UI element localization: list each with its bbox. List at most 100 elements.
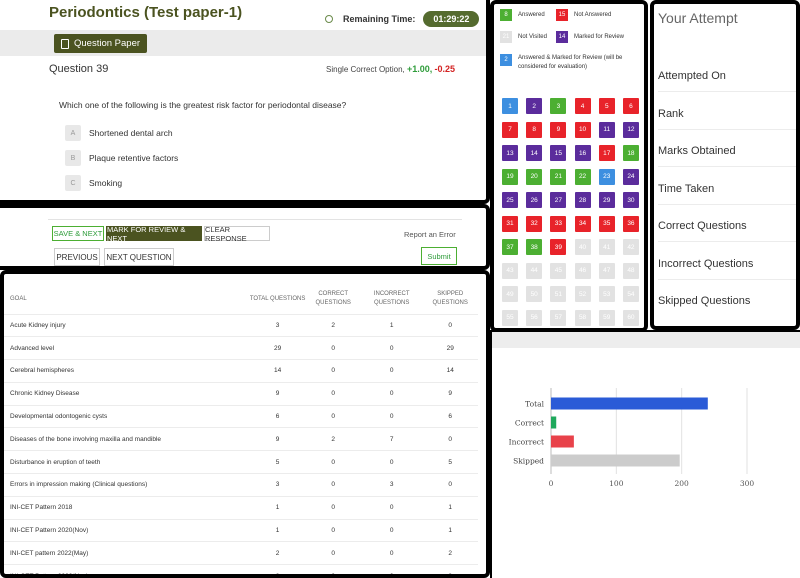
palette-question-10[interactable]: 10 [574, 121, 591, 138]
palette-question-24[interactable]: 24 [622, 168, 639, 185]
goal-value-cell: 0 [305, 336, 361, 361]
attempt-row-rank: Rank [658, 108, 796, 130]
palette-question-30[interactable]: 30 [622, 192, 639, 208]
bar-correct [551, 416, 557, 429]
palette-question-52[interactable]: 52 [574, 286, 591, 302]
score-bar-chart: 0 100 200 300 Total Correct Incorrect Skipped [509, 388, 755, 488]
table-row: Errors in impression making (Clinical qu… [4, 473, 478, 497]
palette-question-4[interactable]: 4 [574, 98, 591, 114]
palette-question-11[interactable]: 11 [598, 121, 615, 138]
clear-response-button[interactable]: CLEAR RESPONSE [204, 225, 270, 243]
palette-question-13[interactable]: 13 [502, 145, 518, 161]
palette-question-2[interactable]: 2 [526, 98, 543, 114]
goal-value-cell: 0 [360, 336, 423, 361]
palette-question-34[interactable]: 34 [574, 215, 591, 232]
palette-question-28[interactable]: 28 [574, 192, 591, 208]
previous-button[interactable]: PREVIOUS [54, 248, 100, 266]
palette-question-51[interactable]: 51 [550, 286, 567, 302]
palette-question-12[interactable]: 12 [622, 121, 639, 138]
palette-question-14[interactable]: 14 [526, 145, 543, 161]
goal-value-cell: 1 [360, 314, 423, 338]
goal-value-cell: 0 [305, 450, 361, 475]
option-c[interactable]: C Smoking [65, 175, 122, 191]
legend-answered: 8 Answered [500, 9, 545, 21]
palette-question-6[interactable]: 6 [622, 98, 639, 114]
table-row: Advanced level 29 0 0 29 [4, 336, 478, 361]
palette-question-17[interactable]: 17 [598, 145, 615, 161]
palette-question-44[interactable]: 44 [526, 262, 543, 279]
palette-question-58[interactable]: 58 [574, 309, 591, 326]
palette-question-59[interactable]: 59 [598, 309, 615, 326]
palette-question-29[interactable]: 29 [598, 192, 615, 208]
goal-value-cell: 0 [305, 473, 361, 497]
palette-question-54[interactable]: 54 [622, 286, 639, 302]
palette-question-26[interactable]: 26 [526, 192, 543, 208]
palette-question-23[interactable]: 23 [598, 168, 615, 185]
palette-question-42[interactable]: 42 [622, 239, 639, 255]
palette-question-36[interactable]: 36 [622, 215, 639, 232]
goal-value-cell: 3 [249, 473, 306, 497]
goal-value-cell: 2 [249, 541, 306, 566]
option-a[interactable]: A Shortened dental arch [65, 125, 173, 141]
goal-value-cell: 0 [305, 382, 361, 406]
palette-question-22[interactable]: 22 [574, 168, 591, 185]
palette-question-21[interactable]: 21 [550, 168, 567, 185]
palette-question-60[interactable]: 60 [622, 309, 639, 326]
option-b[interactable]: B Plaque retentive factors [65, 150, 178, 166]
palette-question-15[interactable]: 15 [550, 145, 567, 161]
palette-question-57[interactable]: 57 [550, 309, 567, 326]
palette-question-20[interactable]: 20 [526, 168, 543, 185]
attempt-title: Your Attempt [658, 10, 738, 26]
goal-value-cell: 7 [360, 427, 423, 452]
category-label: Skipped [513, 457, 544, 466]
report-error-link[interactable]: Report an Error [404, 230, 456, 239]
palette-question-3[interactable]: 3 [550, 98, 567, 114]
question-type: Single Correct Option, [326, 65, 405, 74]
palette-question-16[interactable]: 16 [574, 145, 591, 161]
goal-name-cell: INI-CET Pattern 2022(Nov) [4, 564, 250, 574]
palette-question-48[interactable]: 48 [622, 262, 639, 279]
palette-question-33[interactable]: 33 [550, 215, 567, 232]
palette-question-53[interactable]: 53 [598, 286, 615, 302]
header-total: TOTAL QUESTIONS [249, 284, 305, 315]
palette-question-19[interactable]: 19 [502, 168, 518, 185]
palette-question-18[interactable]: 18 [622, 145, 639, 161]
palette-question-40[interactable]: 40 [574, 239, 591, 255]
mark-review-next-button[interactable]: MARK FOR REVIEW & NEXT [106, 225, 202, 243]
palette-question-27[interactable]: 27 [550, 192, 567, 208]
palette-question-43[interactable]: 43 [502, 262, 518, 279]
question-paper-button[interactable]: Question Paper [54, 34, 148, 53]
palette-question-39[interactable]: 39 [550, 239, 567, 255]
attempt-row-incorrect: Incorrect Questions [658, 258, 796, 280]
save-next-button[interactable]: SAVE & NEXT [52, 226, 104, 241]
table-row: Cerebral hemispheres 14 0 0 14 [4, 359, 478, 383]
palette-question-56[interactable]: 56 [526, 309, 543, 326]
palette-question-50[interactable]: 50 [526, 286, 543, 302]
legend-box: 14 [556, 31, 568, 43]
submit-button[interactable]: Submit [421, 247, 457, 265]
legend-not-answered: 15 Not Answered [556, 9, 611, 21]
palette-question-49[interactable]: 49 [502, 286, 518, 302]
palette-question-8[interactable]: 8 [526, 121, 543, 138]
palette-question-5[interactable]: 5 [598, 98, 615, 114]
palette-question-46[interactable]: 46 [574, 262, 591, 279]
bar-incorrect [551, 435, 574, 448]
attempt-row-time: Time Taken [658, 183, 796, 205]
palette-question-7[interactable]: 7 [502, 121, 518, 138]
palette-question-37[interactable]: 37 [502, 239, 518, 255]
palette-question-45[interactable]: 45 [550, 262, 567, 279]
next-question-button[interactable]: NEXT QUESTION [104, 248, 174, 266]
palette-question-38[interactable]: 38 [526, 239, 543, 255]
palette-question-31[interactable]: 31 [502, 215, 518, 232]
palette-question-35[interactable]: 35 [598, 215, 615, 232]
palette-question-41[interactable]: 41 [598, 239, 615, 255]
your-attempt-panel: Your Attempt Attempted On Rank Marks Obt… [650, 0, 800, 330]
palette-question-47[interactable]: 47 [598, 262, 615, 279]
palette-question-9[interactable]: 9 [550, 121, 567, 138]
palette-question-55[interactable]: 55 [502, 309, 518, 326]
goal-name-cell: Chronic Kidney Disease [4, 382, 250, 406]
palette-question-25[interactable]: 25 [502, 192, 518, 208]
palette-question-1[interactable]: 1 [502, 98, 518, 114]
x-tick-label: 300 [740, 479, 755, 488]
palette-question-32[interactable]: 32 [526, 215, 543, 232]
